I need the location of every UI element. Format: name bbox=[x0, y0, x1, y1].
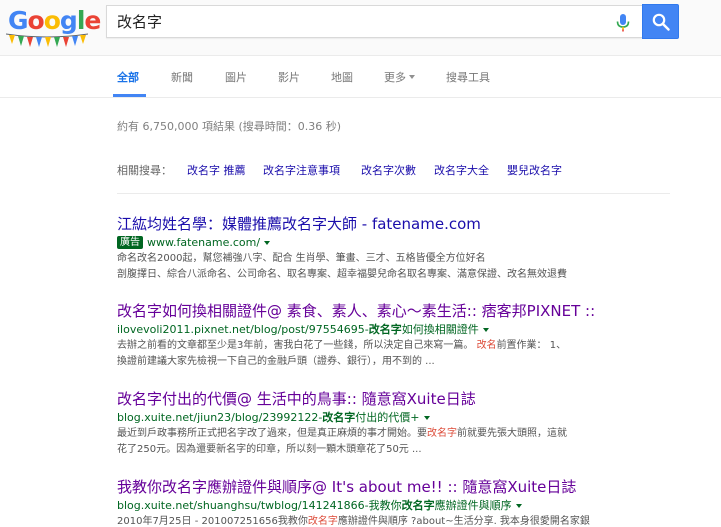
snippet-text: 應辦證件與順序 ?about~生活分享. 我本身很愛開名家銀 bbox=[337, 516, 590, 527]
ad-badge: 廣告 bbox=[117, 236, 143, 249]
tab-videos[interactable]: 影片 bbox=[278, 69, 300, 85]
snippet-text: 2010年7月25日 - 201007251656我教你 bbox=[117, 516, 308, 527]
result-title-link[interactable]: 改名字付出的代價@ 生活中的鳥事:: 隨意窩Xuite日誌 bbox=[117, 390, 677, 408]
related-link[interactable]: 改名字 推薦 bbox=[187, 162, 246, 178]
search-button[interactable] bbox=[642, 4, 679, 39]
result-url: blog.xuite.net/shuanghsu/twblog/14124186… bbox=[117, 498, 677, 514]
chevron-down-icon[interactable] bbox=[482, 328, 489, 332]
chevron-down-icon bbox=[409, 75, 415, 79]
related-searches-label: 相關搜尋： bbox=[117, 164, 172, 177]
tab-news[interactable]: 新聞 bbox=[171, 69, 193, 85]
related-link[interactable]: 嬰兒改名字 bbox=[507, 162, 562, 178]
result-snippet: 花了250元。因為還要新名字的印章，所以刻一顆木頭章花了50元 ... bbox=[117, 444, 422, 455]
snippet-text: 最近到戶政事務所正式把名字改了過來，但是真正麻煩的事才開始。要 bbox=[117, 428, 427, 439]
result-stats: 約有 6,750,000 項結果 (搜尋時間：0.36 秒) bbox=[117, 120, 342, 133]
result-url-keyword: 改名字 bbox=[368, 323, 402, 336]
tab-more[interactable]: 更多 bbox=[384, 69, 415, 85]
google-logo-text: Google bbox=[8, 6, 101, 35]
result-url-text: 應辦證件與順序 bbox=[434, 499, 512, 512]
bunting-decoration-icon bbox=[6, 33, 88, 47]
result-snippet: 換證前建議大家先檢視一下自己的金融戶頭（證券、銀行），用不到的 ... bbox=[117, 356, 435, 367]
result-snippet: 去辦之前看的文章都至少是3年前，害我白花了一些錢，所以決定自己來寫一篇。 改名前… bbox=[117, 338, 677, 354]
header: Google bbox=[0, 0, 721, 56]
search-box bbox=[106, 5, 642, 38]
search-tabs: 全部 新聞 圖片 影片 地圖 更多 搜尋工具 bbox=[0, 56, 721, 98]
tab-search-tools[interactable]: 搜尋工具 bbox=[446, 69, 490, 85]
result-title-link[interactable]: 江紘均姓名學：媒體推薦改名字大師 - fatename.com bbox=[117, 215, 677, 233]
active-tab-indicator bbox=[113, 94, 146, 97]
result-url: blog.xuite.net/jiun23/blog/23992122-改名字付… bbox=[117, 410, 677, 426]
search-icon bbox=[652, 13, 670, 31]
result-url-text: 如何換相關證件 bbox=[401, 323, 479, 336]
result-url-keyword: 改名字 bbox=[322, 411, 356, 424]
result-url-text: blog.xuite.net/jiun23/blog/23992122- bbox=[117, 411, 323, 424]
microphone-icon[interactable] bbox=[615, 13, 631, 32]
search-result: 改名字付出的代價@ 生活中的鳥事:: 隨意窩Xuite日誌 blog.xuite… bbox=[117, 390, 677, 458]
result-url-text: blog.xuite.net/shuanghsu/twblog/14124186… bbox=[117, 499, 402, 512]
snippet-text: 前就要先張大頭照，這就 bbox=[457, 428, 567, 439]
tab-maps[interactable]: 地圖 bbox=[331, 69, 353, 85]
chevron-down-icon[interactable] bbox=[423, 416, 430, 420]
snippet-keyword: 改名 bbox=[476, 340, 497, 351]
divider bbox=[117, 193, 670, 194]
related-link[interactable]: 改名字次數 bbox=[361, 162, 416, 178]
tab-more-label: 更多 bbox=[384, 71, 406, 84]
search-result: 我教你改名字應辦證件與順序@ It's about me!! :: 隨意窩Xui… bbox=[117, 478, 677, 527]
result-title-link[interactable]: 我教你改名字應辦證件與順序@ It's about me!! :: 隨意窩Xui… bbox=[117, 478, 677, 496]
result-url-text: www.fatename.com/ bbox=[147, 236, 261, 249]
result-title-link[interactable]: 改名字如何換相關證件@ 素食、素人、素心～素生活:: 痞客邦PIXNET :: bbox=[117, 302, 677, 320]
result-url-keyword: 改名字 bbox=[401, 499, 435, 512]
snippet-text: 前置作業： 1、 bbox=[496, 340, 567, 351]
search-result: 改名字如何換相關證件@ 素食、素人、素心～素生活:: 痞客邦PIXNET :: … bbox=[117, 302, 677, 370]
chevron-down-icon[interactable] bbox=[515, 504, 522, 508]
chevron-down-icon[interactable] bbox=[264, 241, 271, 245]
tab-all[interactable]: 全部 bbox=[117, 69, 139, 85]
search-input[interactable] bbox=[107, 6, 607, 37]
result-snippet: 2010年7月25日 - 201007251656我教你改名字應辦證件與順序 ?… bbox=[117, 514, 677, 527]
result-snippet: 剖腹擇日、綜合八派命名、公司命名、取名專案、超幸福嬰兒命名取名專案、滿意保證、改… bbox=[117, 269, 567, 280]
result-url-text: ilovevoli2011.pixnet.net/blog/post/97554… bbox=[117, 323, 369, 336]
snippet-text: 去辦之前看的文章都至少是3年前，害我白花了一些錢，所以決定自己來寫一篇。 bbox=[117, 340, 474, 351]
result-url: 廣告 www.fatename.com/ bbox=[117, 235, 677, 251]
related-link[interactable]: 改名字大全 bbox=[434, 162, 489, 178]
result-url: ilovevoli2011.pixnet.net/blog/post/97554… bbox=[117, 322, 677, 338]
snippet-keyword: 改名字 bbox=[307, 516, 338, 527]
tab-images[interactable]: 圖片 bbox=[225, 69, 247, 85]
result-snippet: 命名改名2000起，幫您補強八字、配合 生肖學、筆畫、三才、五格皆優全方位好名 bbox=[117, 253, 486, 264]
search-result-ad: 江紘均姓名學：媒體推薦改名字大師 - fatename.com 廣告 www.fa… bbox=[117, 215, 677, 283]
snippet-keyword: 改名字 bbox=[427, 428, 457, 439]
google-logo[interactable]: Google bbox=[6, 6, 101, 48]
related-link[interactable]: 改名字注意事項 bbox=[263, 162, 340, 178]
result-url-text: 付出的代價+ bbox=[355, 411, 420, 424]
result-snippet: 最近到戶政事務所正式把名字改了過來，但是真正麻煩的事才開始。要改名字前就要先張大… bbox=[117, 426, 677, 442]
